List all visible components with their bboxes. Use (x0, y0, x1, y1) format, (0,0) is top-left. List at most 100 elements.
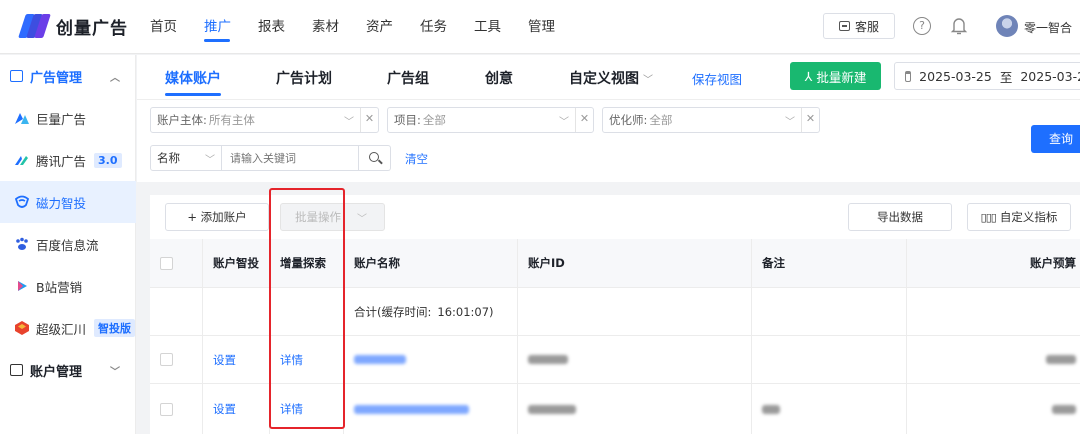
export-data-button[interactable]: 导出数据 (848, 203, 952, 231)
filter-value: 全部 (422, 113, 446, 127)
row-checkbox[interactable] (160, 353, 173, 366)
clear-filters-link[interactable]: 清空 (405, 151, 428, 167)
redacted-account-name (354, 355, 406, 364)
explore-details-link[interactable]: 详情 (270, 384, 344, 434)
batch-operations-dropdown[interactable]: 批量操作 ﹀ (280, 203, 385, 231)
row-checkbox[interactable] (160, 402, 173, 416)
chevron-down-icon: ﹀ (785, 116, 795, 128)
budget-cell (907, 384, 1080, 434)
budget-cell (907, 336, 1080, 383)
table-row: 设置 详情 (150, 336, 1080, 384)
redacted-account-id (528, 355, 568, 364)
sidebar-item-label: 百度信息流 (36, 237, 99, 253)
logo-mark-icon (18, 12, 51, 40)
sidebar-item-cili[interactable]: 磁力智投 (0, 181, 136, 223)
filter-label: 优化师: (609, 113, 648, 127)
date-separator: 至 (999, 69, 1013, 85)
chevron-down-icon: ﹀ (643, 75, 653, 86)
batch-new-button[interactable]: ⅄ 批量新建 (790, 62, 881, 90)
nav-item-assets[interactable]: 资产 (366, 0, 420, 54)
summary-cell: 合计(缓存时间: 16:01:07) (344, 288, 518, 335)
sidebar-item-juliang[interactable]: 巨量广告 (0, 97, 136, 139)
tencent-icon (15, 156, 28, 165)
sidebar-item-label: B站营销 (36, 279, 83, 295)
sidebar-group-label: 账户管理 (30, 364, 83, 380)
tab-media-accounts[interactable]: 媒体账户 (165, 68, 221, 96)
explore-details-link[interactable]: 详情 (270, 336, 344, 383)
search-input[interactable] (222, 145, 359, 171)
column-header[interactable]: 账户名称 (344, 239, 518, 287)
save-view-link[interactable]: 保存视图 (692, 69, 742, 88)
huichuan-icon (15, 321, 29, 335)
date-end: 2025-03-25 (1020, 68, 1080, 84)
account-subject-select[interactable]: 账户主体: 所有主体 ﹀ ✕ (150, 107, 379, 133)
columns-icon: ▯▯▯ (980, 210, 997, 224)
nav-item-tools[interactable]: 工具 (474, 0, 528, 54)
app-title: 创量广告 (56, 18, 128, 39)
tab-ad-plans[interactable]: 广告计划 (276, 68, 332, 88)
redacted-account-id (528, 404, 576, 414)
nav-item-home[interactable]: 首页 (150, 0, 204, 54)
bell-icon[interactable] (950, 16, 968, 36)
account-name-cell[interactable] (344, 336, 518, 383)
clear-filter-icon[interactable]: ✕ (575, 108, 593, 132)
tab-creatives[interactable]: 创意 (485, 68, 513, 88)
column-header[interactable]: 备注 (752, 239, 907, 287)
app-logo[interactable]: 创量广告 (18, 12, 128, 40)
clear-filter-icon[interactable]: ✕ (360, 108, 378, 132)
batch-new-label: 批量新建 (816, 69, 867, 85)
select-all-checkbox[interactable] (160, 256, 173, 270)
cili-icon (14, 195, 30, 208)
row-checkbox-cell (150, 384, 203, 434)
column-header[interactable]: 账户智投 (203, 239, 270, 287)
table-cell (270, 288, 344, 335)
chevron-down-icon: ﹀ (344, 116, 354, 128)
smart-settings-link[interactable]: 设置 (203, 336, 270, 383)
sidebar-item-bilibili[interactable]: B站营销 (0, 265, 136, 307)
user-avatar[interactable] (996, 15, 1018, 37)
query-button[interactable]: 查询 (1031, 125, 1080, 153)
filter-label: 账户主体: (157, 113, 207, 127)
note-cell (752, 336, 907, 383)
search-type-select[interactable]: 名称 ﹀ (150, 145, 222, 171)
project-select[interactable]: 项目: 全部 ﹀ ✕ (387, 107, 594, 133)
sidebar-group-account-management[interactable]: 账户管理 ﹀ (0, 350, 136, 390)
sidebar-item-tencent[interactable]: 腾讯广告 3.0 (0, 139, 136, 181)
nav-item-reports[interactable]: 报表 (258, 0, 312, 54)
sidebar-group-ad-management[interactable]: 广告管理 ︿ (0, 56, 136, 96)
nav-item-materials[interactable]: 素材 (312, 0, 366, 54)
clear-filter-icon[interactable]: ✕ (801, 108, 819, 132)
sidebar-item-huichuan[interactable]: 超级汇川 智投版 (0, 307, 136, 349)
redacted-account-name (354, 404, 469, 414)
customer-service-button[interactable]: 客服 (823, 13, 895, 39)
nav-item-manage[interactable]: 管理 (528, 0, 582, 54)
filter-value: 全部 (649, 113, 673, 127)
optimizer-select[interactable]: 优化师: 全部 ﹀ ✕ (602, 107, 820, 133)
custom-metrics-button[interactable]: ▯▯▯ 自定义指标 (967, 203, 1071, 231)
date-range-picker[interactable]: 2025-03-25 至 2025-03-25 (894, 62, 1080, 90)
custom-metrics-label: 自定义指标 (999, 210, 1058, 224)
row-checkbox-cell (150, 336, 203, 383)
batch-operations-label: 批量操作 (295, 210, 341, 224)
bilibili-icon (18, 281, 27, 291)
search-icon[interactable] (359, 145, 391, 171)
nav-item-promotion[interactable]: 推广 (204, 0, 258, 54)
chevron-up-icon: ︿ (110, 72, 120, 84)
nav-item-tasks[interactable]: 任务 (420, 0, 474, 54)
smart-settings-link[interactable]: 设置 (203, 384, 270, 434)
column-header[interactable]: 账户预算 (907, 239, 1080, 287)
account-name-cell[interactable] (344, 384, 518, 434)
user-name[interactable]: 零一智合 (1024, 19, 1072, 36)
chevron-down-icon: ﹀ (205, 154, 215, 166)
column-header[interactable]: 账户ID (518, 239, 752, 287)
tabs-bar: 媒体账户 广告计划 广告组 创意 自定义视图 ﹀ 保存视图 ⅄ 批量新建 2025… (137, 55, 1080, 100)
customer-service-label: 客服 (854, 19, 879, 34)
sidebar-item-baidu[interactable]: 百度信息流 (0, 223, 136, 265)
column-header[interactable]: 增量探索 (270, 239, 344, 287)
sidebar-item-label: 腾讯广告 (36, 153, 87, 169)
help-icon[interactable]: ? (913, 17, 931, 35)
tab-custom-view[interactable]: 自定义视图 ﹀ (569, 68, 653, 88)
main-nav: 首页 推广 报表 素材 资产 任务 工具 管理 (150, 0, 582, 54)
add-account-button[interactable]: + 添加账户 (165, 203, 269, 231)
tab-ad-groups[interactable]: 广告组 (387, 68, 429, 88)
